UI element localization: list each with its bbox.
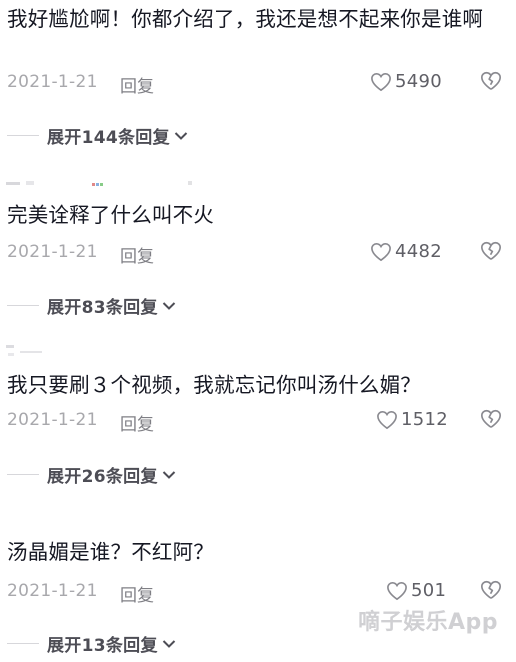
comment-date: 2021-1-21 <box>7 242 98 262</box>
avatar <box>6 181 192 186</box>
watermark: 嘀子娱乐App <box>358 610 499 635</box>
comment-text: 完美诠释了什么叫不火 <box>7 203 214 227</box>
chevron-down-icon <box>162 301 175 310</box>
expand-replies[interactable]: 展开26条回复 <box>0 462 516 487</box>
reply-button[interactable]: 回复 <box>120 410 154 435</box>
broken-heart-icon <box>481 71 501 90</box>
broken-heart-icon <box>481 580 501 599</box>
avatar <box>6 345 42 356</box>
reply-button[interactable]: 回复 <box>120 72 154 97</box>
expand-replies-label: 展开13条回复 <box>47 636 158 656</box>
like-count: 1512 <box>401 409 449 430</box>
reply-button[interactable]: 回复 <box>120 242 154 267</box>
like-count: 4482 <box>395 241 443 262</box>
like-button[interactable]: 4482 <box>370 241 442 262</box>
divider-line <box>7 643 39 644</box>
divider-line <box>7 135 39 136</box>
divider-line <box>7 474 39 475</box>
like-button[interactable]: 501 <box>386 580 446 601</box>
comment-date: 2021-1-21 <box>7 72 98 92</box>
expand-replies-label: 展开83条回复 <box>47 298 158 318</box>
like-button[interactable]: 5490 <box>370 71 442 92</box>
reply-button[interactable]: 回复 <box>120 581 154 606</box>
comment-date: 2021-1-21 <box>7 581 98 601</box>
chevron-down-icon <box>162 470 175 479</box>
broken-heart-icon <box>481 409 501 428</box>
heart-outline-icon <box>387 581 407 600</box>
like-button[interactable]: 1512 <box>376 409 448 430</box>
expand-replies[interactable]: 展开83条回复 <box>0 293 516 318</box>
heart-outline-icon <box>371 72 391 91</box>
comment-text: 汤晶媚是谁？不红阿？ <box>7 540 214 564</box>
expand-replies-label: 展开26条回复 <box>47 467 158 487</box>
heart-outline-icon <box>371 242 391 261</box>
dislike-button[interactable] <box>480 579 502 605</box>
dislike-button[interactable] <box>480 408 502 434</box>
comment-date: 2021-1-21 <box>7 410 98 430</box>
broken-heart-icon <box>481 241 501 260</box>
heart-outline-icon <box>377 410 397 429</box>
like-count: 5490 <box>395 71 443 92</box>
chevron-down-icon <box>162 639 175 648</box>
dislike-button[interactable] <box>480 240 502 266</box>
comment-text: 我好尴尬啊！你都介绍了，我还是想不起来你是谁啊 <box>7 7 484 31</box>
like-count: 501 <box>411 580 447 601</box>
expand-replies[interactable]: 展开144条回复 <box>0 123 516 148</box>
chevron-down-icon <box>174 131 188 140</box>
expand-replies-label: 展开144条回复 <box>47 128 170 148</box>
divider-line <box>7 305 39 306</box>
dislike-button[interactable] <box>480 70 502 96</box>
comment-text: 我只要刷３个视频，我就忘记你叫汤什么媚？ <box>7 373 421 397</box>
